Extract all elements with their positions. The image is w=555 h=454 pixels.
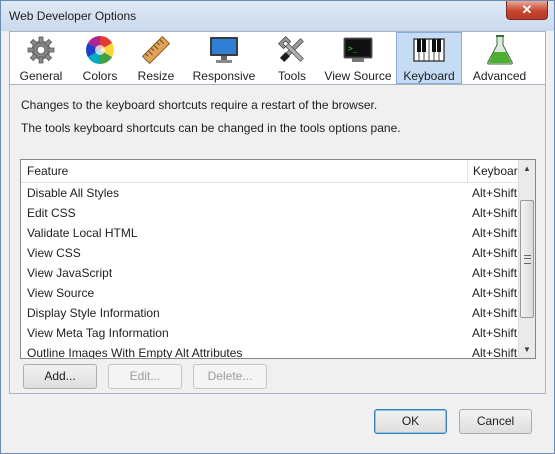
table-row[interactable]: View Meta Tag Information Alt+Shift xyxy=(21,323,519,343)
scroll-down-arrow-icon[interactable]: ▼ xyxy=(519,341,535,358)
keyboard-pane: Changes to the keyboard shortcuts requir… xyxy=(9,84,546,394)
restart-notice: Changes to the keyboard shortcuts requir… xyxy=(21,98,378,112)
shortcut-cell: Alt+Shift xyxy=(472,206,518,220)
ruler-icon xyxy=(139,34,173,66)
tab-tools-label: Tools xyxy=(277,69,306,83)
feature-cell: View Source xyxy=(27,286,95,300)
tab-advanced[interactable]: Advanced xyxy=(462,32,537,84)
terminal-icon: >_ xyxy=(341,34,375,66)
shortcut-cell: Alt+Shift xyxy=(472,186,518,200)
shortcut-cell: Alt+Shift xyxy=(472,226,518,240)
tab-resize[interactable]: Resize xyxy=(128,32,184,84)
table-row[interactable]: Display Style Information Alt+Shift xyxy=(21,303,519,323)
tools-notice: The tools keyboard shortcuts can be chan… xyxy=(21,121,401,135)
title-bar[interactable]: Web Developer Options ✕ xyxy=(1,1,554,31)
table-row[interactable]: Validate Local HTML Alt+Shift xyxy=(21,223,519,243)
shortcut-cell: Alt+Shift xyxy=(472,286,518,300)
column-header-keyboard[interactable]: Keyboard xyxy=(473,164,524,178)
feature-cell: View CSS xyxy=(27,246,81,260)
tab-keyboard[interactable]: Keyboard xyxy=(396,32,462,84)
table-row[interactable]: View JavaScript Alt+Shift xyxy=(21,263,519,283)
table-row[interactable]: Disable All Styles Alt+Shift xyxy=(21,183,519,203)
scroll-up-arrow-icon[interactable]: ▲ xyxy=(519,160,535,177)
feature-cell: View JavaScript xyxy=(27,266,113,280)
shortcut-cell: Alt+Shift xyxy=(472,346,518,359)
tab-keyboard-label: Keyboard xyxy=(403,69,455,83)
shortcut-cell: Alt+Shift xyxy=(472,246,518,260)
tab-general[interactable]: General xyxy=(10,32,72,84)
svg-text:>_: >_ xyxy=(348,44,358,53)
delete-button[interactable]: Delete... xyxy=(193,364,267,389)
cancel-button[interactable]: Cancel xyxy=(459,409,532,434)
vertical-scrollbar[interactable]: ▲ ▼ xyxy=(518,160,535,358)
tab-colors[interactable]: Colors xyxy=(72,32,128,84)
table-row[interactable]: Edit CSS Alt+Shift xyxy=(21,203,519,223)
piano-keys-icon xyxy=(412,35,446,66)
shortcut-cell: Alt+Shift xyxy=(472,266,518,280)
flask-icon xyxy=(483,34,517,66)
table-row[interactable]: View Source Alt+Shift xyxy=(21,283,519,303)
color-wheel-icon xyxy=(83,34,117,66)
tab-view-source-label: View Source xyxy=(324,69,392,83)
options-window: Web Developer Options ✕ General Colors R… xyxy=(0,0,555,454)
tab-advanced-label: Advanced xyxy=(472,69,527,83)
feature-cell: Disable All Styles xyxy=(27,186,120,200)
scrollbar-thumb[interactable] xyxy=(520,200,534,318)
shortcut-cell: Alt+Shift xyxy=(472,306,518,320)
feature-cell: Edit CSS xyxy=(27,206,76,220)
column-header-feature[interactable]: Feature xyxy=(27,164,68,178)
feature-cell: Outline Images With Empty Alt Attributes xyxy=(27,346,243,359)
close-button[interactable]: ✕ xyxy=(506,1,548,20)
shortcut-cell: Alt+Shift xyxy=(472,326,518,340)
edit-button[interactable]: Edit... xyxy=(108,364,182,389)
tab-responsive[interactable]: Responsive xyxy=(184,32,264,84)
tab-strip: General Colors Resize Responsive Tools >… xyxy=(9,31,546,84)
feature-cell: View Meta Tag Information xyxy=(27,326,169,340)
tab-view-source[interactable]: >_ View Source xyxy=(320,32,396,84)
add-button[interactable]: Add... xyxy=(23,364,97,389)
monitor-icon xyxy=(207,34,241,66)
table-row[interactable]: View CSS Alt+Shift xyxy=(21,243,519,263)
tab-responsive-label: Responsive xyxy=(192,69,256,83)
tab-general-label: General xyxy=(19,69,63,83)
list-header: Feature Keyboard xyxy=(21,160,524,183)
tools-icon xyxy=(275,34,309,66)
ok-button[interactable]: OK xyxy=(374,409,447,434)
table-row[interactable]: Outline Images With Empty Alt Attributes… xyxy=(21,343,519,359)
tab-resize-label: Resize xyxy=(137,69,175,83)
feature-cell: Validate Local HTML xyxy=(27,226,138,240)
gear-icon xyxy=(24,34,58,66)
shortcut-list[interactable]: Feature Keyboard Disable All Styles Alt+… xyxy=(20,159,536,359)
feature-cell: Display Style Information xyxy=(27,306,160,320)
tab-colors-label: Colors xyxy=(82,69,118,83)
column-divider[interactable] xyxy=(467,160,468,182)
tab-tools[interactable]: Tools xyxy=(264,32,320,84)
window-title: Web Developer Options xyxy=(9,9,137,23)
scroll-grip-icon xyxy=(524,255,531,264)
